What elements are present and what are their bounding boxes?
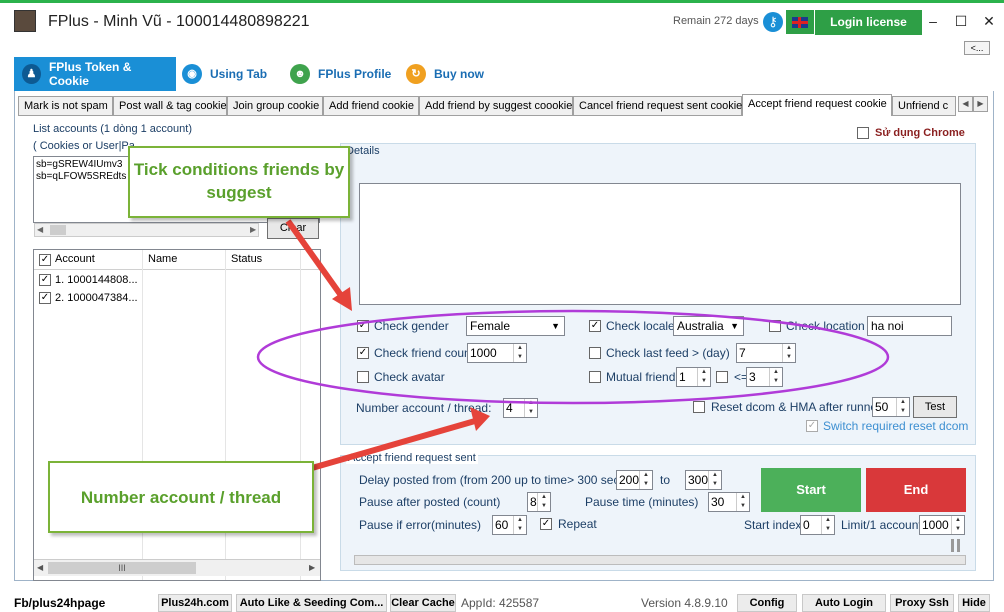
clear-cache-button[interactable]: Clear Cache	[390, 594, 456, 612]
arrow-line	[285, 219, 348, 303]
auto-login-button[interactable]: Auto Login	[802, 594, 886, 612]
auto-like-button[interactable]: Auto Like & Seeding Com...	[236, 594, 387, 612]
version-label: Version 4.8.9.10	[641, 596, 728, 610]
arrow-line	[311, 418, 476, 471]
appid-label: AppId: 425587	[461, 596, 540, 610]
tick-conditions-callout: Tick conditions friends by suggest	[128, 146, 350, 218]
page-link[interactable]: Fb/plus24hpage	[14, 596, 105, 610]
plus24h-button[interactable]: Plus24h.com	[158, 594, 232, 612]
hide-button[interactable]: Hide	[958, 594, 990, 612]
arrow-head-icon	[470, 407, 490, 431]
highlight-ellipse	[256, 309, 890, 405]
config-button[interactable]: Config	[737, 594, 797, 612]
status-bar: Fb/plus24hpage Plus24h.com Auto Like & S…	[0, 591, 1004, 612]
proxy-ssh-button[interactable]: Proxy Ssh	[890, 594, 954, 612]
app-window: FPlus - Minh Vũ - 100014480898221 Remain…	[0, 0, 1004, 612]
number-thread-callout: Number account / thread	[48, 461, 314, 533]
